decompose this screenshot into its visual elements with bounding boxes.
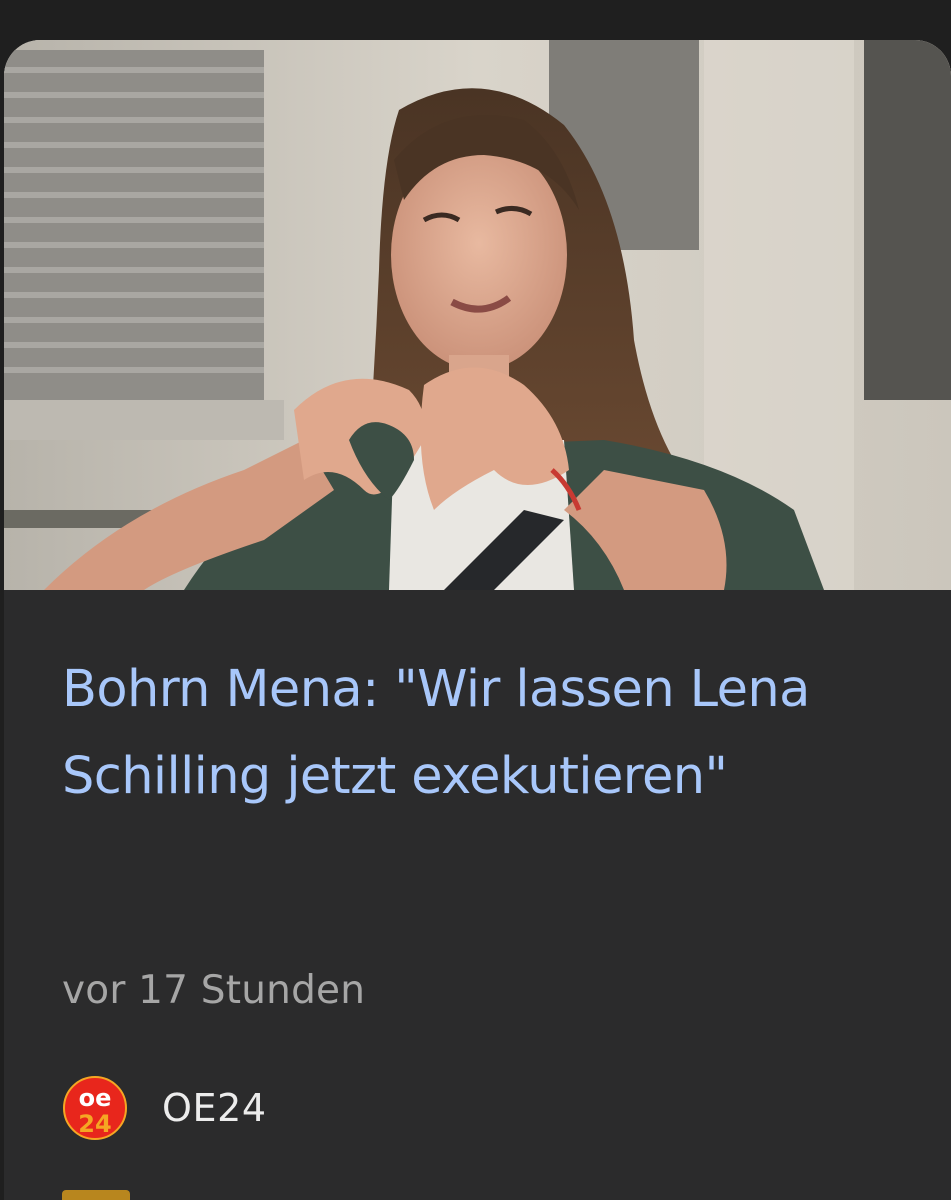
source-name: OE24	[162, 1086, 267, 1130]
article-headline[interactable]: Bohrn Mena: "Wir lassen Lena Schilling j…	[62, 646, 922, 820]
woman-heart-hands-photo-icon	[4, 40, 951, 590]
svg-text:oe: oe	[79, 1084, 112, 1112]
news-card[interactable]: Bohrn Mena: "Wir lassen Lena Schilling j…	[4, 40, 951, 1200]
oe24-logo-icon: oe 24	[63, 1076, 127, 1140]
next-card-logo-peek	[62, 1190, 130, 1200]
published-time: vor 17 Stunden	[62, 968, 366, 1013]
source-row[interactable]: oe 24 OE24	[60, 1076, 267, 1140]
article-image[interactable]	[4, 40, 951, 590]
svg-text:24: 24	[78, 1110, 111, 1138]
